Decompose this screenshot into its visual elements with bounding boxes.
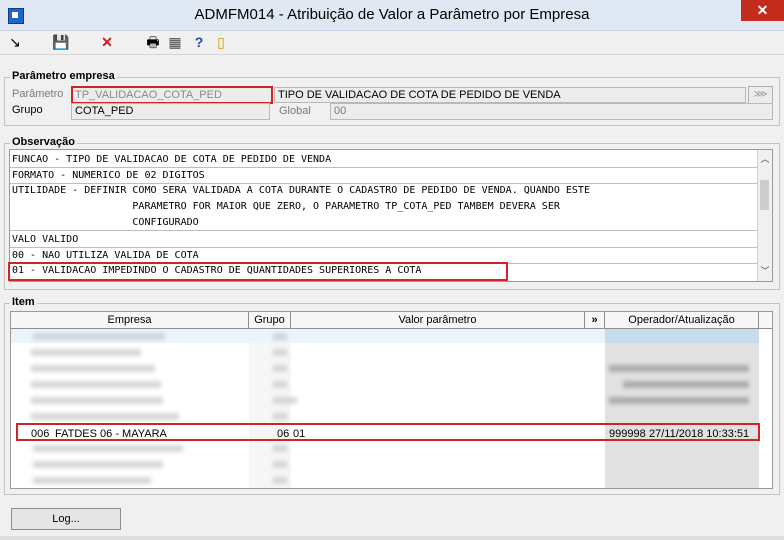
blurred-row-text [273,445,287,452]
help-icon[interactable]: ? [190,33,208,51]
blurred-row-text [273,349,287,356]
save-icon[interactable]: 💾 [52,33,70,51]
blurred-row-text [273,381,287,388]
calculator-icon[interactable]: ▦ [166,33,184,51]
observacao-line: PARAMETRO FOR MAIOR QUE ZERO, O PARAMETR… [12,201,560,212]
exit-icon[interactable]: ↘ [6,33,24,51]
delete-icon[interactable]: ✕ [98,33,116,51]
blurred-row-text [273,397,297,404]
operador-column-bg [605,329,759,488]
observacao-line: FUNCAO - TIPO DE VALIDACAO DE COTA DE PE… [10,152,758,168]
blurred-row-text [33,477,151,484]
observacao-highlight [8,262,508,281]
column-empresa[interactable]: Empresa [11,312,249,329]
scroll-up-icon[interactable]: ︿ [758,152,772,167]
blurred-row-text [609,365,749,372]
close-button[interactable]: ✕ [741,0,784,21]
item-row-highlight [16,423,760,441]
parametro-description-field: TIPO DE VALIDACAO DE COTA DE PEDIDO DE V… [274,87,746,103]
blurred-row-text [31,413,179,420]
observacao-scrollbar[interactable]: ︿ ﹀ [757,150,772,281]
parametro-empresa-title: Parâmetro empresa [10,70,117,82]
blurred-row-text [33,333,165,340]
global-field[interactable]: 00 [330,103,773,120]
blurred-row-text [273,461,287,468]
scroll-thumb[interactable] [760,180,769,210]
blurred-row-text [273,365,287,372]
grupo-label: Grupo [12,104,43,116]
window-title: ADMFM014 - Atribuição de Valor a Parâmet… [194,6,590,23]
blurred-row-text [31,349,141,356]
status-bar [0,536,784,540]
observacao-title: Observação [10,136,77,148]
column-grupo[interactable]: Grupo [249,312,291,329]
blurred-row-text [33,445,183,452]
blurred-row-text [609,397,749,404]
log-button[interactable]: Log... [11,508,121,530]
blurred-row-text [33,461,163,468]
column-filler [759,312,772,329]
observacao-line: FORMATO - NUMERICO DE 02 DIGITOS [10,168,758,184]
column-expand-button[interactable]: » [585,312,605,329]
grupo-field[interactable]: COTA_PED [71,103,270,120]
observacao-line: UTILIDADE - DEFINIR COMO SERA VALIDADA A… [12,185,590,196]
item-grid[interactable]: Empresa Grupo Valor parâmetro » Operador… [10,311,773,489]
scroll-down-icon[interactable]: ﹀ [758,264,772,279]
table-row-operador [605,329,759,343]
parametro-highlight [71,86,273,104]
blurred-row-text [273,413,287,420]
print-icon[interactable]: 🖶 [144,33,162,51]
blurred-row-text [31,365,155,372]
lookup-button[interactable]: ⋙ [748,86,773,104]
column-operador[interactable]: Operador/Atualização [605,312,759,329]
column-valor-parametro[interactable]: Valor parâmetro [291,312,585,329]
toolbar-divider [0,54,784,55]
blurred-row-text [623,381,749,388]
parametro-label: Parâmetro [12,88,64,100]
global-label: Global [279,105,311,117]
door-icon[interactable]: ▯ [212,33,230,51]
blurred-row-text [273,333,287,340]
blurred-row-text [273,477,287,484]
observacao-line: CONFIGURADO [10,215,758,231]
blurred-row-text [31,381,161,388]
observacao-line: VALO VALIDO [10,232,758,248]
item-title: Item [10,296,37,308]
blurred-row-text [31,397,163,404]
